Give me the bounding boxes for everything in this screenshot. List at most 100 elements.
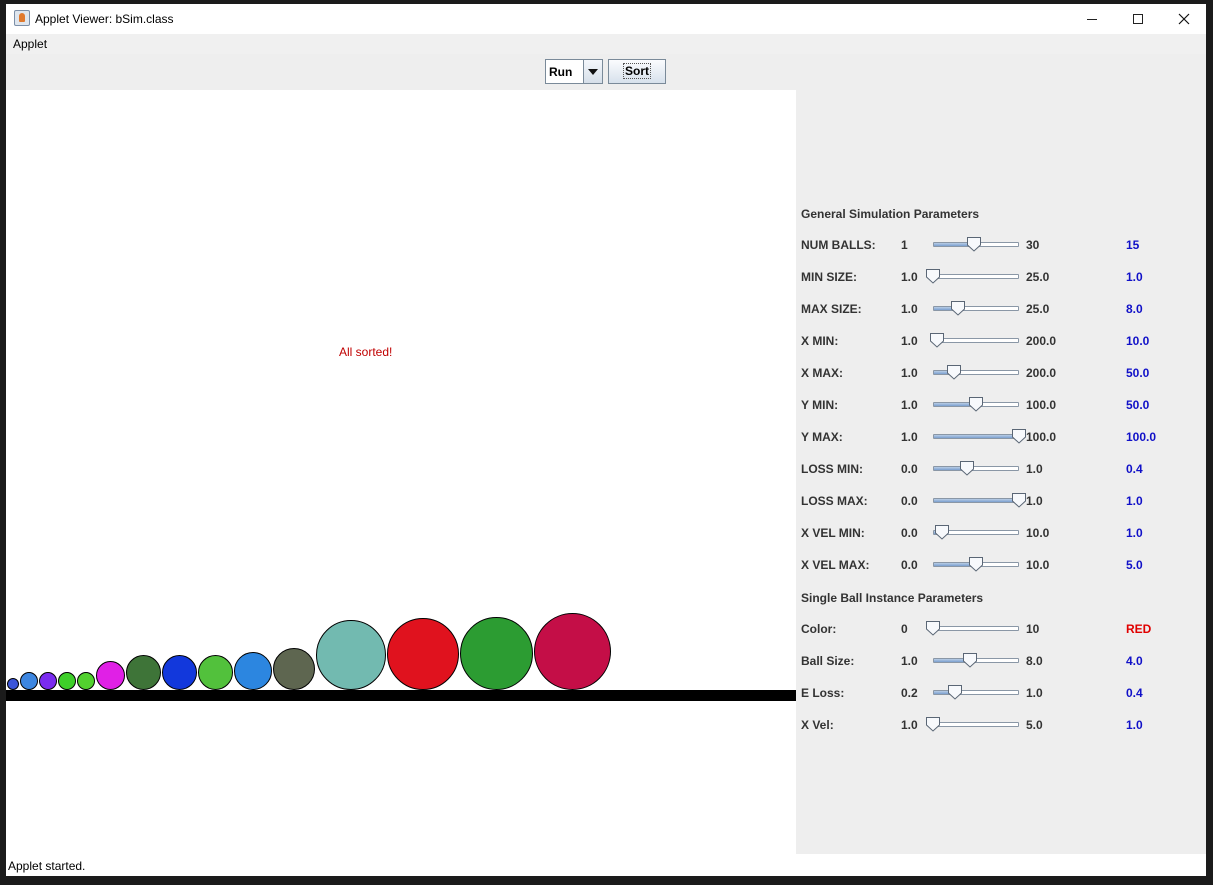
slider-thumb[interactable] <box>925 268 941 284</box>
slider-thumb[interactable] <box>947 684 963 700</box>
loss-max-slider[interactable] <box>933 491 1026 511</box>
param-min: 1.0 <box>901 270 918 284</box>
slider-track[interactable] <box>933 498 1020 503</box>
mode-select-value: Run <box>549 65 573 79</box>
param-max: 200.0 <box>1026 366 1057 380</box>
param-row-min-size: MIN SIZE: 1.0 25.0 1.0 <box>796 267 1206 287</box>
ground-floor <box>6 690 796 701</box>
status-bar: Applet started. <box>6 854 1206 876</box>
loss-min-slider[interactable] <box>933 459 1019 479</box>
ball-13 <box>387 618 459 690</box>
slider-track[interactable] <box>933 466 1019 471</box>
param-label: X Vel: <box>801 718 834 732</box>
general-section-title: General Simulation Parameters <box>801 207 980 221</box>
e-loss-slider[interactable] <box>933 683 1019 703</box>
minimize-icon <box>1087 18 1097 20</box>
param-min: 0.0 <box>901 462 918 476</box>
num-balls-slider[interactable] <box>933 235 1019 255</box>
param-min: 0.2 <box>901 686 918 700</box>
close-button[interactable] <box>1161 4 1207 34</box>
x-vel-min-slider[interactable] <box>933 523 1019 543</box>
param-row-x-vel-max: X VEL MAX: 0.0 10.0 5.0 <box>796 555 1206 575</box>
param-max: 1.0 <box>1026 462 1043 476</box>
ball-15 <box>534 613 611 690</box>
slider-track[interactable] <box>933 626 1019 631</box>
param-label: NUM BALLS: <box>801 238 876 252</box>
y-min-slider[interactable] <box>933 395 1019 415</box>
ball-4 <box>58 672 76 690</box>
slider-thumb[interactable] <box>925 716 941 732</box>
param-min: 1.0 <box>901 430 918 444</box>
slider-thumb[interactable] <box>1011 428 1027 444</box>
slider-thumb[interactable] <box>968 396 984 412</box>
param-label: Ball Size: <box>801 654 855 668</box>
ball-size-slider[interactable] <box>933 651 1019 671</box>
param-min: 0.0 <box>901 526 918 540</box>
slider-track[interactable] <box>933 338 1019 343</box>
x-vel-max-slider[interactable] <box>933 555 1019 575</box>
y-max-slider[interactable] <box>933 427 1026 447</box>
param-value: 1.0 <box>1126 270 1143 284</box>
slider-thumb[interactable] <box>1011 492 1027 508</box>
color-slider[interactable] <box>926 619 1019 639</box>
param-value: 15 <box>1126 238 1140 252</box>
param-min: 0 <box>901 622 908 636</box>
slider-track[interactable] <box>933 722 1019 727</box>
applet-viewer-window: Applet Viewer: bSim.class Applet Run Sor… <box>6 4 1206 876</box>
param-value: 5.0 <box>1126 558 1143 572</box>
simulation-canvas: All sorted! <box>6 90 796 854</box>
ball-6 <box>96 661 125 690</box>
param-max: 5.0 <box>1026 718 1043 732</box>
maximize-button[interactable] <box>1115 4 1161 34</box>
x-min-slider[interactable] <box>929 331 1019 351</box>
param-label: MIN SIZE: <box>801 270 857 284</box>
min-size-slider[interactable] <box>926 267 1019 287</box>
applet-area: Run Sort All sorted! General Simulation … <box>6 54 1206 854</box>
param-max: 200.0 <box>1026 334 1057 348</box>
slider-thumb[interactable] <box>968 556 984 572</box>
slider-thumb[interactable] <box>929 332 945 348</box>
ball-12 <box>316 620 386 690</box>
param-label: Y MAX: <box>801 430 843 444</box>
param-min: 1.0 <box>901 366 918 380</box>
status-text: Applet started. <box>8 859 86 873</box>
slider-thumb[interactable] <box>962 652 978 668</box>
slider-track[interactable] <box>933 306 1019 311</box>
param-min: 1.0 <box>901 398 918 412</box>
minimize-button[interactable] <box>1069 4 1115 34</box>
single-section-title: Single Ball Instance Parameters <box>801 591 984 605</box>
slider-thumb[interactable] <box>934 524 950 540</box>
param-value: 4.0 <box>1126 654 1143 668</box>
param-value: 0.4 <box>1126 462 1143 476</box>
menu-applet[interactable]: Applet <box>13 37 47 51</box>
param-row-loss-max: LOSS MAX: 0.0 1.0 1.0 <box>796 491 1206 511</box>
max-size-slider[interactable] <box>933 299 1019 319</box>
slider-track[interactable] <box>933 274 1019 279</box>
slider-thumb[interactable] <box>925 620 941 636</box>
slider-thumb[interactable] <box>950 300 966 316</box>
param-min: 0.0 <box>901 558 918 572</box>
mode-select[interactable]: Run <box>545 59 603 84</box>
param-row-max-size: MAX SIZE: 1.0 25.0 8.0 <box>796 299 1206 319</box>
param-min: 1.0 <box>901 718 918 732</box>
param-row-x-vel-min: X VEL MIN: 0.0 10.0 1.0 <box>796 523 1206 543</box>
param-label: Y MIN: <box>801 398 839 412</box>
x-max-slider[interactable] <box>933 363 1019 383</box>
x-vel-slider[interactable] <box>926 715 1019 735</box>
param-row-ball-size: Ball Size: 1.0 8.0 4.0 <box>796 651 1206 671</box>
slider-track[interactable] <box>933 434 1020 439</box>
ball-10 <box>234 652 272 690</box>
param-value: 8.0 <box>1126 302 1143 316</box>
ball-14 <box>460 617 533 690</box>
sort-button[interactable]: Sort <box>608 59 666 84</box>
param-label: LOSS MAX: <box>801 494 868 508</box>
slider-thumb[interactable] <box>959 460 975 476</box>
param-value: 1.0 <box>1126 526 1143 540</box>
slider-thumb[interactable] <box>946 364 962 380</box>
slider-thumb[interactable] <box>966 236 982 252</box>
chevron-down-icon[interactable] <box>583 60 602 83</box>
param-max: 8.0 <box>1026 654 1043 668</box>
slider-fill <box>934 499 1020 502</box>
param-row-x-max: X MAX: 1.0 200.0 50.0 <box>796 363 1206 383</box>
param-label: MAX SIZE: <box>801 302 862 316</box>
